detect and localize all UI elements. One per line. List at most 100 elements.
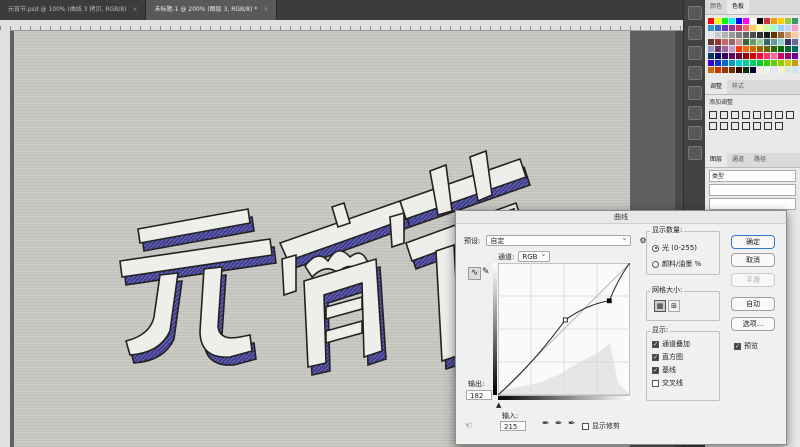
color-swatch[interactable] <box>771 46 777 52</box>
color-swatch[interactable] <box>750 18 756 24</box>
preview-row[interactable]: ✓ 预览 <box>734 341 758 351</box>
preset-select[interactable]: 自定 <box>486 233 632 246</box>
color-swatch[interactable] <box>743 46 749 52</box>
color-swatch[interactable] <box>715 18 721 24</box>
color-swatch[interactable] <box>757 25 763 31</box>
color-swatch[interactable] <box>771 32 777 38</box>
color-swatch[interactable] <box>729 39 735 45</box>
color-swatch[interactable] <box>778 32 784 38</box>
color-swatch[interactable] <box>743 67 749 73</box>
threshold-icon[interactable] <box>764 122 772 130</box>
color-swatch[interactable] <box>750 32 756 38</box>
pigment-option[interactable]: 颜料/油墨 % <box>652 259 701 269</box>
color-swatch[interactable] <box>792 18 798 24</box>
color-swatch[interactable] <box>785 53 791 59</box>
output-value-field[interactable]: 182 <box>466 390 492 400</box>
color-swatch[interactable] <box>785 18 791 24</box>
color-swatch[interactable] <box>771 25 777 31</box>
color-panel-icon[interactable] <box>688 6 702 20</box>
gray-point-eyedropper-icon[interactable]: ✒ <box>555 419 563 429</box>
color-swatch[interactable] <box>764 60 770 66</box>
color-swatch[interactable] <box>729 18 735 24</box>
layer-filter-kind[interactable]: 类型 <box>709 170 796 182</box>
tab-styles[interactable]: 样式 <box>727 80 749 94</box>
color-swatch[interactable] <box>778 53 784 59</box>
color-swatch[interactable] <box>729 46 735 52</box>
color-swatch[interactable] <box>757 53 763 59</box>
color-swatch[interactable] <box>750 39 756 45</box>
color-swatch[interactable] <box>785 67 791 73</box>
color-swatch[interactable] <box>715 32 721 38</box>
color-swatch[interactable] <box>764 67 770 73</box>
brightness-icon[interactable] <box>709 111 717 119</box>
color-swatch[interactable] <box>715 25 721 31</box>
color-swatch[interactable] <box>722 67 728 73</box>
detailed-grid-icon[interactable]: ⊞ <box>668 300 680 312</box>
color-swatch[interactable] <box>708 32 714 38</box>
color-swatch[interactable] <box>792 60 798 66</box>
checkbox[interactable] <box>652 379 659 387</box>
color-swatch[interactable] <box>722 25 728 31</box>
color-swatch[interactable] <box>771 18 777 24</box>
history-panel-icon[interactable] <box>688 46 702 60</box>
color-swatch[interactable] <box>729 53 735 59</box>
color-swatch[interactable] <box>729 32 735 38</box>
color-swatch[interactable] <box>771 67 777 73</box>
hue-saturation-icon[interactable] <box>764 111 772 119</box>
color-swatch[interactable] <box>785 39 791 45</box>
color-swatch[interactable] <box>715 39 721 45</box>
pencil-tool-icon[interactable]: ✎ <box>482 267 490 277</box>
color-swatch[interactable] <box>778 18 784 24</box>
color-swatch[interactable] <box>785 60 791 66</box>
color-swatch[interactable] <box>736 60 742 66</box>
color-swatch[interactable] <box>722 60 728 66</box>
color-swatch[interactable] <box>778 46 784 52</box>
preview-checkbox[interactable]: ✓ <box>734 342 741 350</box>
tab-paths[interactable]: 路径 <box>749 153 771 167</box>
color-swatch[interactable] <box>757 60 763 66</box>
tab-swatches[interactable]: 色板 <box>727 0 750 14</box>
color-lookup-icon[interactable] <box>731 122 739 130</box>
color-swatch[interactable] <box>764 25 770 31</box>
color-swatch[interactable] <box>729 25 735 31</box>
color-swatch[interactable] <box>764 39 770 45</box>
close-tab-icon[interactable]: × <box>132 6 137 13</box>
color-swatch[interactable] <box>715 67 721 73</box>
color-swatch[interactable] <box>764 53 770 59</box>
color-swatch[interactable] <box>771 53 777 59</box>
gradient-map-icon[interactable] <box>775 122 783 130</box>
black-white-icon[interactable] <box>786 111 794 119</box>
color-swatch[interactable] <box>715 53 721 59</box>
checkbox[interactable]: ✓ <box>652 340 659 348</box>
color-swatch[interactable] <box>792 25 798 31</box>
show-clipping-row[interactable]: 显示修剪 <box>582 421 620 431</box>
color-swatch[interactable] <box>764 18 770 24</box>
color-swatch[interactable] <box>778 39 784 45</box>
invert-icon[interactable] <box>742 122 750 130</box>
color-swatch[interactable] <box>743 39 749 45</box>
photo-filter-icon[interactable] <box>709 122 717 130</box>
checkbox[interactable]: ✓ <box>652 353 659 361</box>
simple-grid-icon[interactable]: ▦ <box>654 300 666 312</box>
color-swatch[interactable] <box>736 32 742 38</box>
color-swatch[interactable] <box>715 46 721 52</box>
document-tab[interactable]: 元宵节.psd @ 100% (曲线 3 拷贝, RGB/8) × <box>0 0 147 20</box>
color-swatch[interactable] <box>708 25 714 31</box>
color-swatch[interactable] <box>771 60 777 66</box>
color-swatch[interactable] <box>764 46 770 52</box>
color-swatch[interactable] <box>708 60 714 66</box>
color-swatch[interactable] <box>757 32 763 38</box>
curve-point-tool-icon[interactable]: ∿ <box>468 267 481 280</box>
vibrance-icon[interactable] <box>753 111 761 119</box>
curves-icon[interactable] <box>731 111 739 119</box>
target-adjust-icon[interactable]: ☜ <box>464 421 472 431</box>
color-swatch[interactable] <box>708 18 714 24</box>
color-swatch[interactable] <box>792 46 798 52</box>
color-swatch[interactable] <box>750 46 756 52</box>
character-panel-icon[interactable] <box>688 106 702 120</box>
show-intersection[interactable]: 交叉线 <box>652 378 683 388</box>
levels-icon[interactable] <box>720 111 728 119</box>
tab-adjustments[interactable]: 调整 <box>705 80 728 94</box>
channel-select[interactable]: RGB <box>518 249 551 262</box>
tab-color[interactable]: 颜色 <box>705 0 727 14</box>
